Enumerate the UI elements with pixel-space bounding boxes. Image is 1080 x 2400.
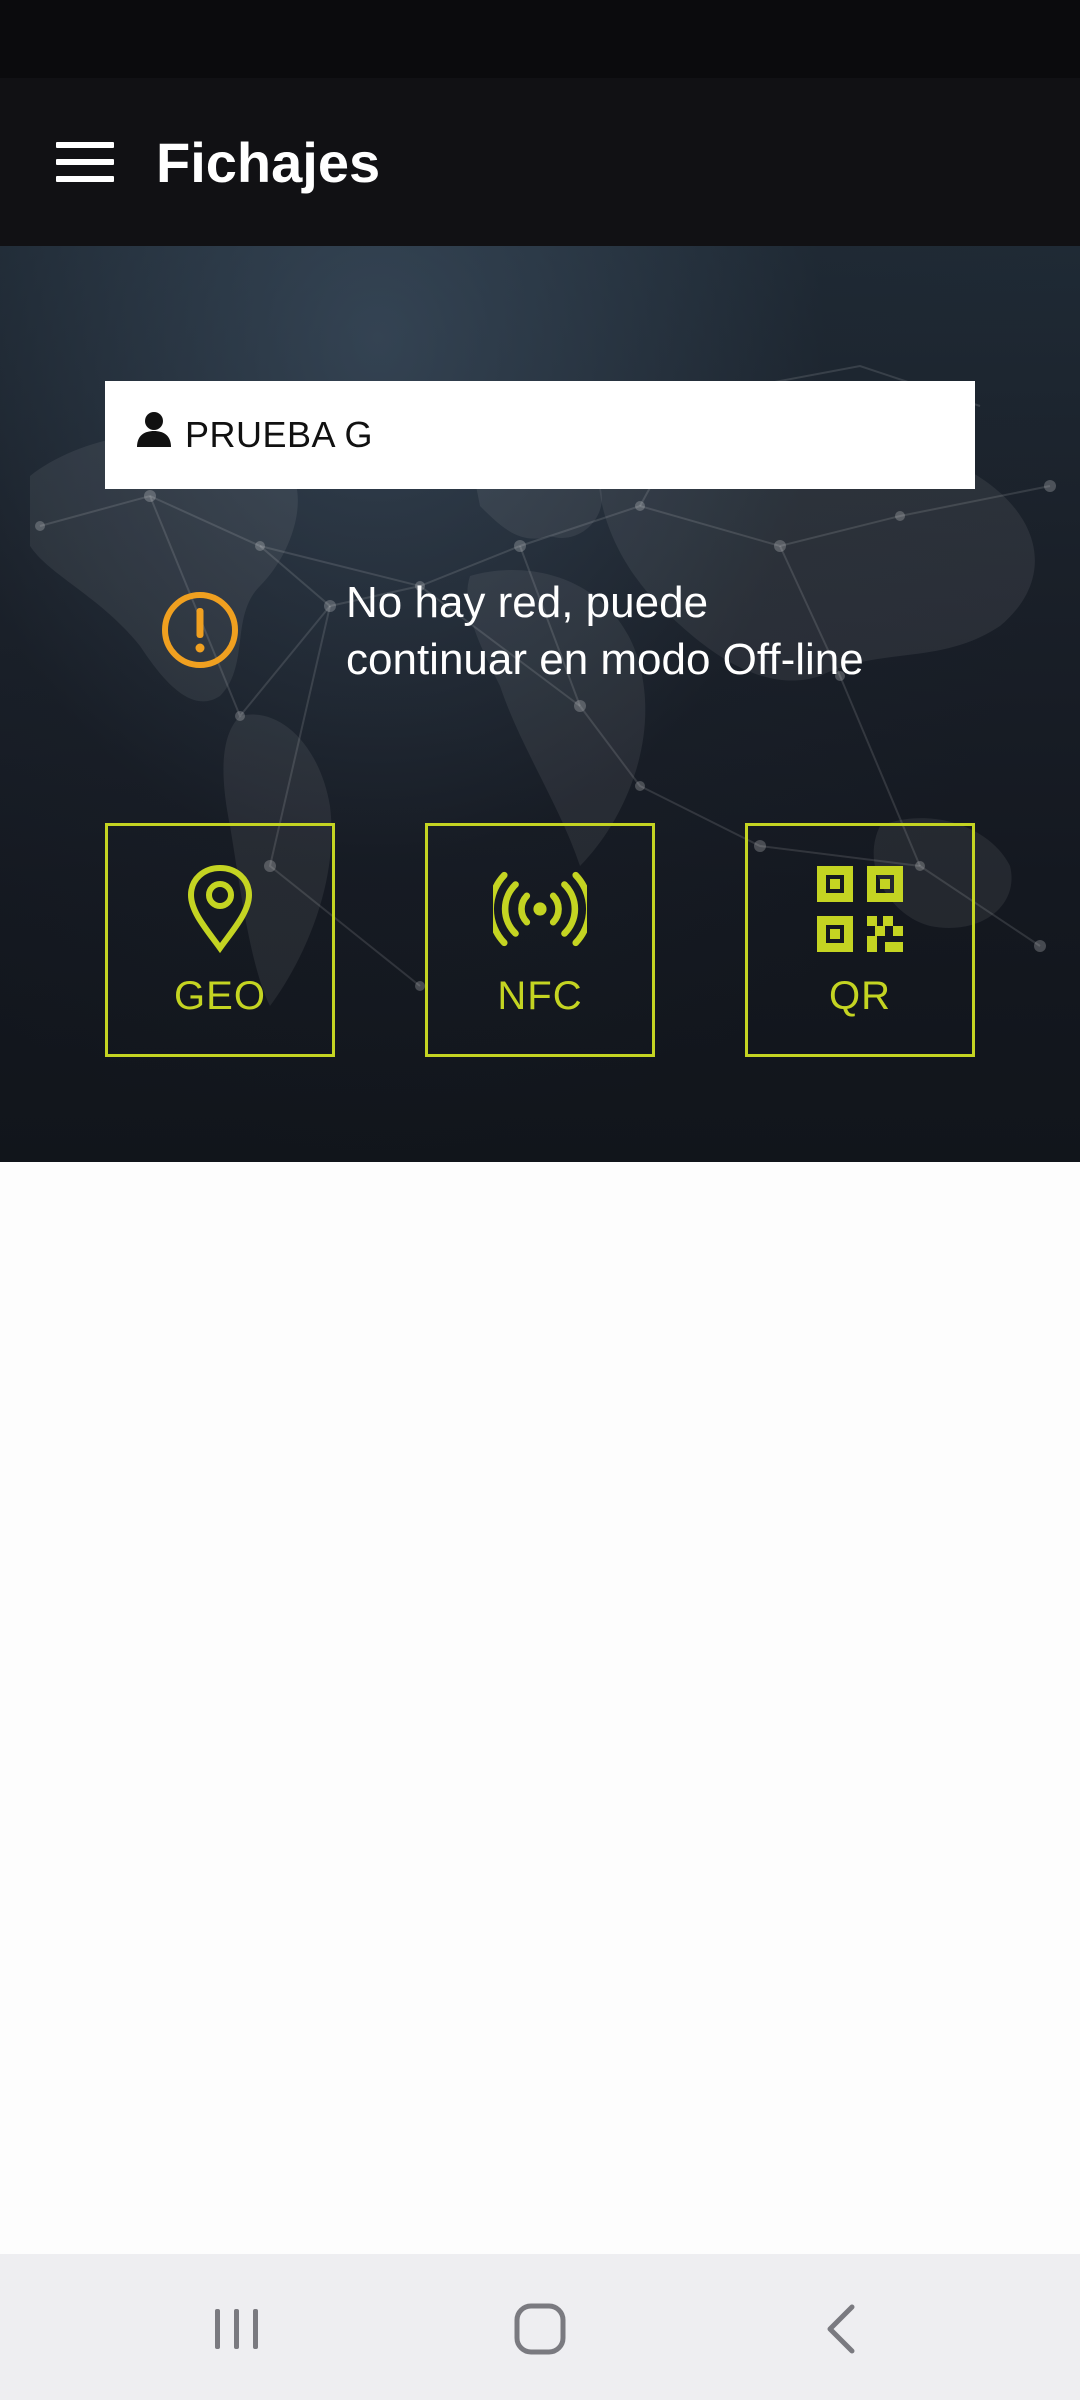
geo-label: GEO	[174, 974, 266, 1018]
warning-line-2: continuar en modo Off-line	[346, 635, 864, 684]
hamburger-menu-icon[interactable]	[56, 142, 114, 182]
nfc-button[interactable]: NFC	[425, 823, 655, 1057]
qr-code-icon	[817, 866, 903, 952]
user-field: PRUEBA G	[105, 381, 975, 489]
qr-button[interactable]: QR	[745, 823, 975, 1057]
network-warning: No hay red, puede continuar en modo Off-…	[0, 566, 1080, 696]
hero-panel: PRUEBA G No hay red, puede continuar en …	[0, 246, 1080, 1162]
warning-line-1: No hay red, puede	[346, 578, 709, 627]
system-nav-bar	[0, 2254, 1080, 2400]
person-icon	[137, 412, 171, 447]
status-bar	[0, 0, 1080, 78]
warning-message: No hay red, puede continuar en modo Off-…	[346, 574, 1026, 688]
app-bar: Fichajes	[0, 78, 1080, 246]
nfc-signal-icon	[493, 871, 587, 947]
geo-button[interactable]: GEO	[105, 823, 335, 1057]
map-pin-icon	[187, 864, 253, 954]
qr-label: QR	[829, 974, 891, 1018]
nfc-label: NFC	[497, 974, 583, 1018]
back-icon[interactable]	[808, 2294, 878, 2364]
content-area	[0, 1162, 1080, 2254]
recents-icon[interactable]	[202, 2294, 272, 2364]
page-title: Fichajes	[156, 130, 381, 194]
home-icon[interactable]	[505, 2294, 575, 2364]
user-name: PRUEBA G	[185, 414, 374, 455]
exclamation-circle-icon	[162, 592, 238, 668]
